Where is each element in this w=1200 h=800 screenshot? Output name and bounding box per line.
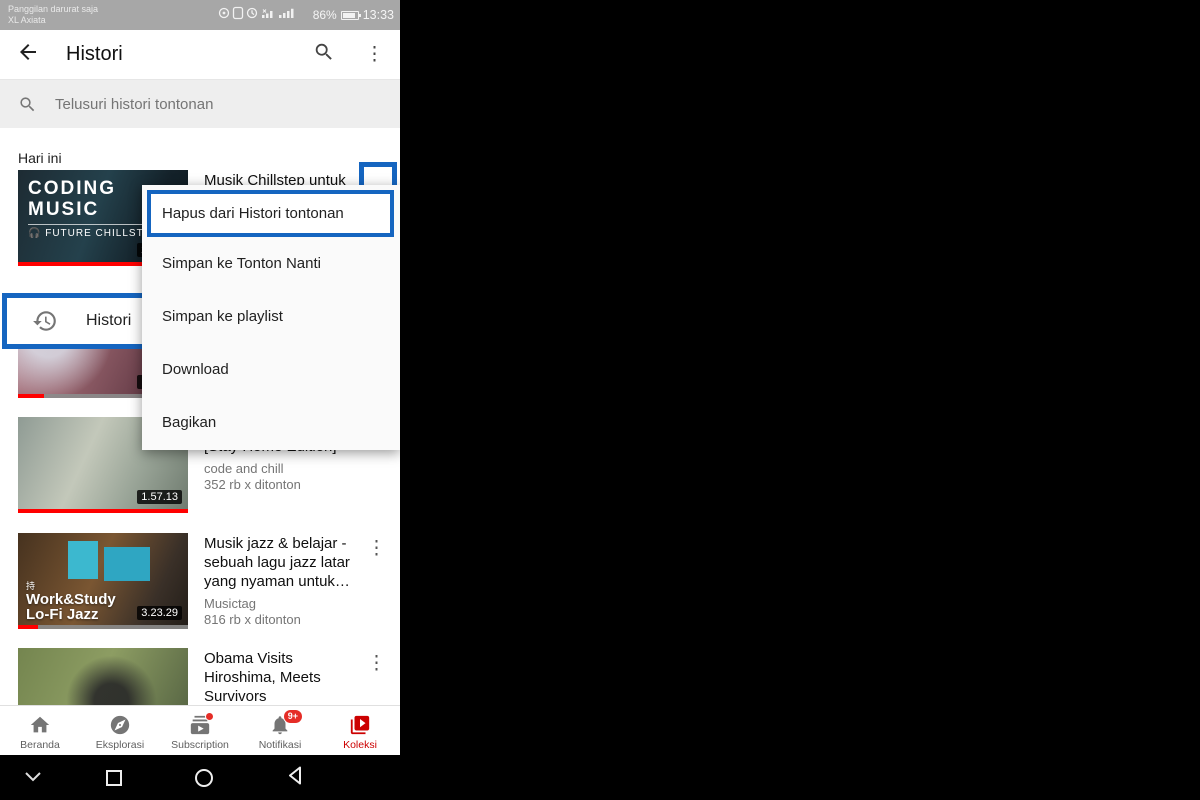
carrier-text: Panggilan darurat sajaXL Axiata [8, 4, 98, 26]
search-icon[interactable] [313, 41, 335, 68]
nav-item-eksplorasi[interactable]: Eksplorasi [80, 706, 160, 755]
nav-item-subscription[interactable]: Subscription [160, 706, 240, 755]
watch-progress [18, 625, 188, 629]
page-title: Histori [66, 43, 123, 66]
watch-progress-fill [18, 509, 188, 513]
monitor-shape [68, 541, 98, 579]
library-item-label: Histori [86, 312, 131, 330]
battery-icon [341, 11, 359, 20]
thumb-text-line: Work&Study [26, 592, 116, 608]
video-views: 816 rb x ditonton [204, 612, 358, 628]
nav-item-beranda[interactable]: Beranda [0, 706, 80, 755]
home-circle-icon[interactable] [195, 769, 213, 787]
thumb-text-line: CODING [28, 178, 159, 199]
status-bar: Panggilan darurat sajaXL Axiata 86% 13:33 [0, 0, 400, 30]
video-views: 352 rb x ditonton [204, 477, 358, 493]
thumb-text-line: MUSIC [28, 199, 159, 220]
thumb-text-line: Lo-Fi Jazz [26, 607, 116, 623]
battery-percent: 86% [313, 8, 337, 22]
menu-item[interactable]: Simpan ke playlist [142, 290, 400, 343]
kebab-icon[interactable]: ⋮ [367, 537, 386, 560]
history-icon [32, 308, 58, 334]
thumb-text-line: 🎧 FUTURE CHILLSTEP [28, 224, 159, 239]
recents-square-icon[interactable] [106, 770, 122, 786]
explore-icon [109, 714, 131, 736]
video-thumbnail: 持Work&StudyLo-Fi Jazz 3.23.29 [18, 533, 188, 629]
thumb-text: 持Work&StudyLo-Fi Jazz [26, 582, 116, 623]
nav-item-notifikasi[interactable]: 9+ Notifikasi [240, 706, 320, 755]
history-header: Histori ⋮ [0, 30, 400, 80]
section-label: Hari ini [18, 150, 62, 166]
system-nav [0, 755, 400, 800]
status-right: 86% 13:33 [217, 5, 394, 26]
menu-item-highlighted[interactable]: Hapus dari Histori tontonan [147, 190, 394, 237]
notification-badge: 9+ [283, 709, 303, 724]
notifications-icon: 9+ [269, 714, 291, 736]
clock-text: 13:33 [363, 8, 394, 22]
nav-label: Beranda [20, 739, 60, 751]
nav-label: Koleksi [343, 739, 377, 751]
back-icon[interactable] [16, 40, 40, 69]
monitor-shape [104, 547, 150, 581]
watch-progress [18, 509, 188, 513]
menu-item[interactable]: Simpan ke Tonton Nanti [142, 237, 400, 290]
nav-label: Eksplorasi [96, 739, 144, 751]
status-icons-group [217, 5, 309, 26]
history-search-bar[interactable]: Telusuri histori tontonan [0, 80, 400, 128]
carrier-line1: Panggilan darurat saja [8, 4, 98, 15]
nav-label: Subscription [171, 739, 229, 751]
back-triangle-icon[interactable] [288, 766, 302, 789]
video-row[interactable]: 持Work&StudyLo-Fi Jazz 3.23.29 Musik jazz &… [18, 533, 400, 663]
watch-progress-fill [18, 625, 38, 629]
watch-progress-fill [18, 394, 44, 398]
duration-badge: 1.57.13 [137, 490, 182, 504]
video-channel: Musictag [204, 596, 358, 612]
video-info: Musik jazz & belajar - sebuah lagu jazz … [204, 533, 358, 663]
duration-badge: 3.23.29 [137, 606, 182, 620]
context-menu: Hapus dari Histori tontonanSimpan ke Ton… [142, 185, 400, 450]
search-placeholder: Telusuri histori tontonan [55, 96, 213, 113]
library-icon [349, 714, 371, 736]
bottom-nav: Beranda Eksplorasi Subscription 9+ Notifikas… [0, 705, 400, 755]
nav-label: Notifikasi [259, 739, 302, 751]
kebab-icon[interactable]: ⋮ [365, 43, 384, 66]
menu-item[interactable]: Bagikan [142, 396, 400, 449]
search-icon [18, 95, 37, 114]
new-content-dot [205, 712, 214, 721]
nav-item-koleksi[interactable]: Koleksi [320, 706, 400, 755]
video-title[interactable]: Obama Visits Hiroshima, Meets Survivors [204, 649, 358, 706]
home-icon [29, 714, 51, 736]
carrier-line2: XL Axiata [8, 15, 98, 26]
subscriptions-icon [189, 714, 211, 736]
video-channel: code and chill [204, 461, 358, 477]
video-title[interactable]: Musik jazz & belajar - sebuah lagu jazz … [204, 534, 358, 591]
thumb-text: CODINGMUSIC 🎧 FUTURE CHILLSTEP [28, 178, 159, 239]
kebab-icon[interactable]: ⋮ [367, 652, 386, 675]
screen-history-menu: Panggilan darurat sajaXL Axiata86%13:33 … [0, 0, 400, 800]
status-icons [217, 5, 309, 21]
menu-item[interactable]: Download [142, 343, 400, 396]
hide-chevron-icon[interactable] [25, 769, 41, 787]
